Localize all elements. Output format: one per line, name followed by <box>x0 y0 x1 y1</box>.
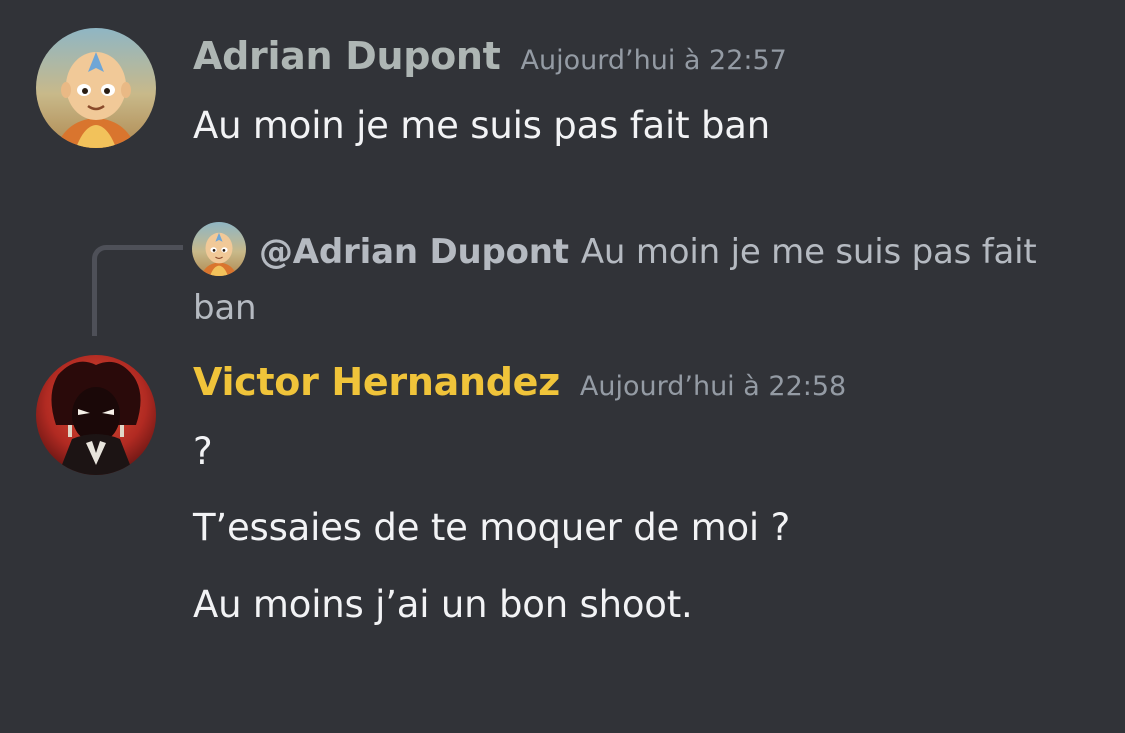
message-victor: Victor Hernandez Aujourd’hui à 22:58 ? T’… <box>0 340 1125 640</box>
message-adrian: Adrian Dupont Aujourd’hui à 22:57 Au moin… <box>0 0 1125 180</box>
message-text: ? <box>193 430 213 473</box>
reply-mention[interactable]: @Adrian Dupont <box>259 232 569 272</box>
reply-preview[interactable]: @Adrian Dupont Au moin je me suis pas fai… <box>193 224 1073 336</box>
timestamp: Aujourd’hui à 22:58 <box>579 371 847 402</box>
message-text: Au moin je me suis pas fait ban <box>193 104 770 147</box>
username-adrian[interactable]: Adrian Dupont <box>193 34 501 78</box>
message-text: Au moins j’ai un bon shoot. <box>193 583 693 626</box>
message-header: Victor Hernandez Aujourd’hui à 22:58 <box>193 360 846 404</box>
dark-character-avatar-icon[interactable] <box>36 355 156 475</box>
username-victor[interactable]: Victor Hernandez <box>193 360 560 404</box>
message-text: T’essaies de te moquer de moi ? <box>193 506 791 549</box>
reply-spine <box>92 245 183 336</box>
timestamp: Aujourd’hui à 22:57 <box>520 45 787 76</box>
message-header: Adrian Dupont Aujourd’hui à 22:57 <box>193 34 787 78</box>
aang-avatar-icon[interactable] <box>36 28 156 148</box>
